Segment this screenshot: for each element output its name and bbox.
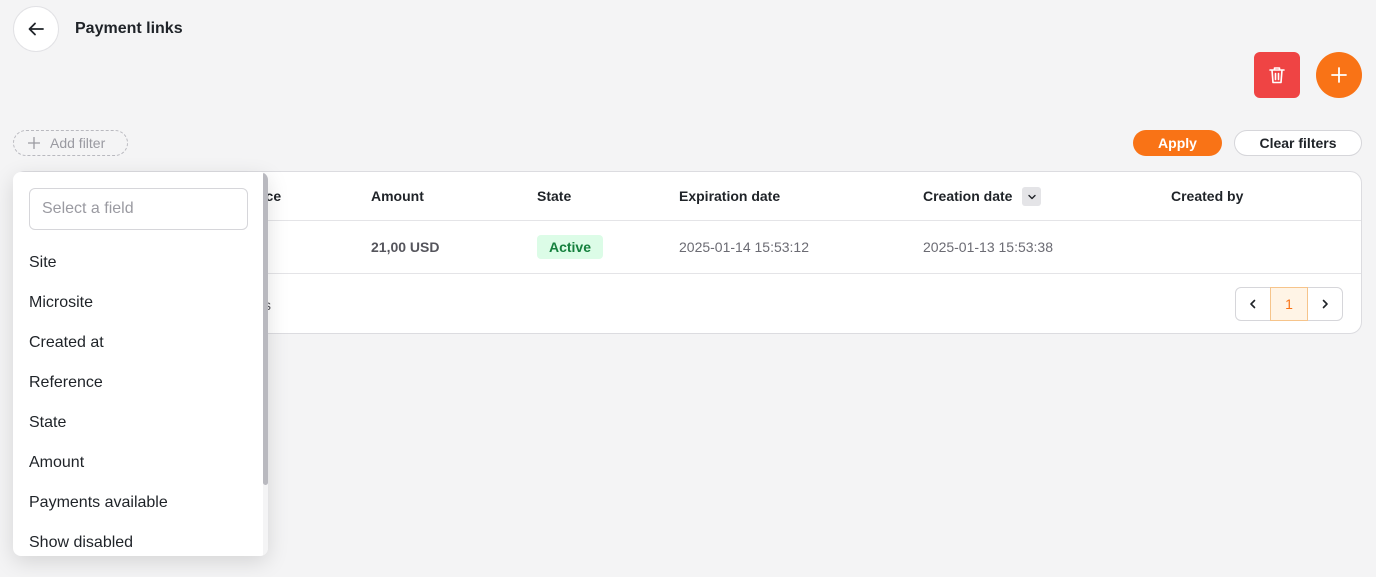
page-title: Payment links bbox=[75, 20, 183, 37]
field-select-dropdown: Site Microsite Created at Reference Stat… bbox=[13, 172, 268, 556]
field-option-microsite[interactable]: Microsite bbox=[29, 294, 259, 312]
column-header-creation-date[interactable]: Creation date bbox=[923, 188, 1012, 204]
column-header-created-by[interactable]: Created by bbox=[1171, 188, 1243, 204]
field-option-state[interactable]: State bbox=[29, 414, 259, 432]
cell-expiration-date: 2025-01-14 15:53:12 bbox=[679, 239, 809, 255]
next-page-button[interactable] bbox=[1307, 287, 1343, 321]
trash-icon bbox=[1269, 67, 1285, 84]
cell-creation-date: 2025-01-13 15:53:38 bbox=[923, 239, 1053, 255]
dropdown-scrollbar[interactable] bbox=[263, 172, 268, 556]
field-option-amount[interactable]: Amount bbox=[29, 454, 259, 472]
previous-page-button[interactable] bbox=[1235, 287, 1271, 321]
field-option-payments-available[interactable]: Payments available bbox=[29, 494, 259, 512]
sort-toggle[interactable] bbox=[1022, 187, 1041, 206]
add-filter-label: Add filter bbox=[50, 135, 106, 151]
plus-icon bbox=[1331, 67, 1347, 83]
column-header-amount[interactable]: Amount bbox=[371, 188, 424, 204]
scrollbar-thumb[interactable] bbox=[263, 172, 268, 485]
add-button[interactable] bbox=[1316, 52, 1362, 98]
column-header-state[interactable]: State bbox=[537, 188, 571, 204]
column-header-expiration-date[interactable]: Expiration date bbox=[679, 188, 780, 204]
chevron-right-icon bbox=[1322, 299, 1328, 309]
field-search-input[interactable] bbox=[29, 188, 248, 230]
field-option-site[interactable]: Site bbox=[29, 254, 259, 272]
pagination: 1 bbox=[1235, 287, 1343, 321]
plus-icon bbox=[28, 137, 40, 149]
field-option-show-disabled[interactable]: Show disabled bbox=[29, 534, 259, 552]
delete-button[interactable] bbox=[1254, 52, 1300, 98]
chevron-left-icon bbox=[1250, 299, 1256, 309]
status-badge: Active bbox=[537, 235, 603, 259]
back-button[interactable] bbox=[13, 6, 59, 52]
page-button-current[interactable]: 1 bbox=[1270, 287, 1308, 321]
clear-filters-button[interactable]: Clear filters bbox=[1234, 130, 1362, 156]
apply-button[interactable]: Apply bbox=[1133, 130, 1222, 156]
field-option-reference[interactable]: Reference bbox=[29, 374, 259, 392]
chevron-down-icon bbox=[1027, 194, 1036, 199]
field-option-created-at[interactable]: Created at bbox=[29, 334, 259, 352]
cell-amount: 21,00 USD bbox=[371, 239, 440, 255]
add-filter-button[interactable]: Add filter bbox=[13, 130, 128, 156]
arrow-left-icon bbox=[28, 22, 44, 36]
